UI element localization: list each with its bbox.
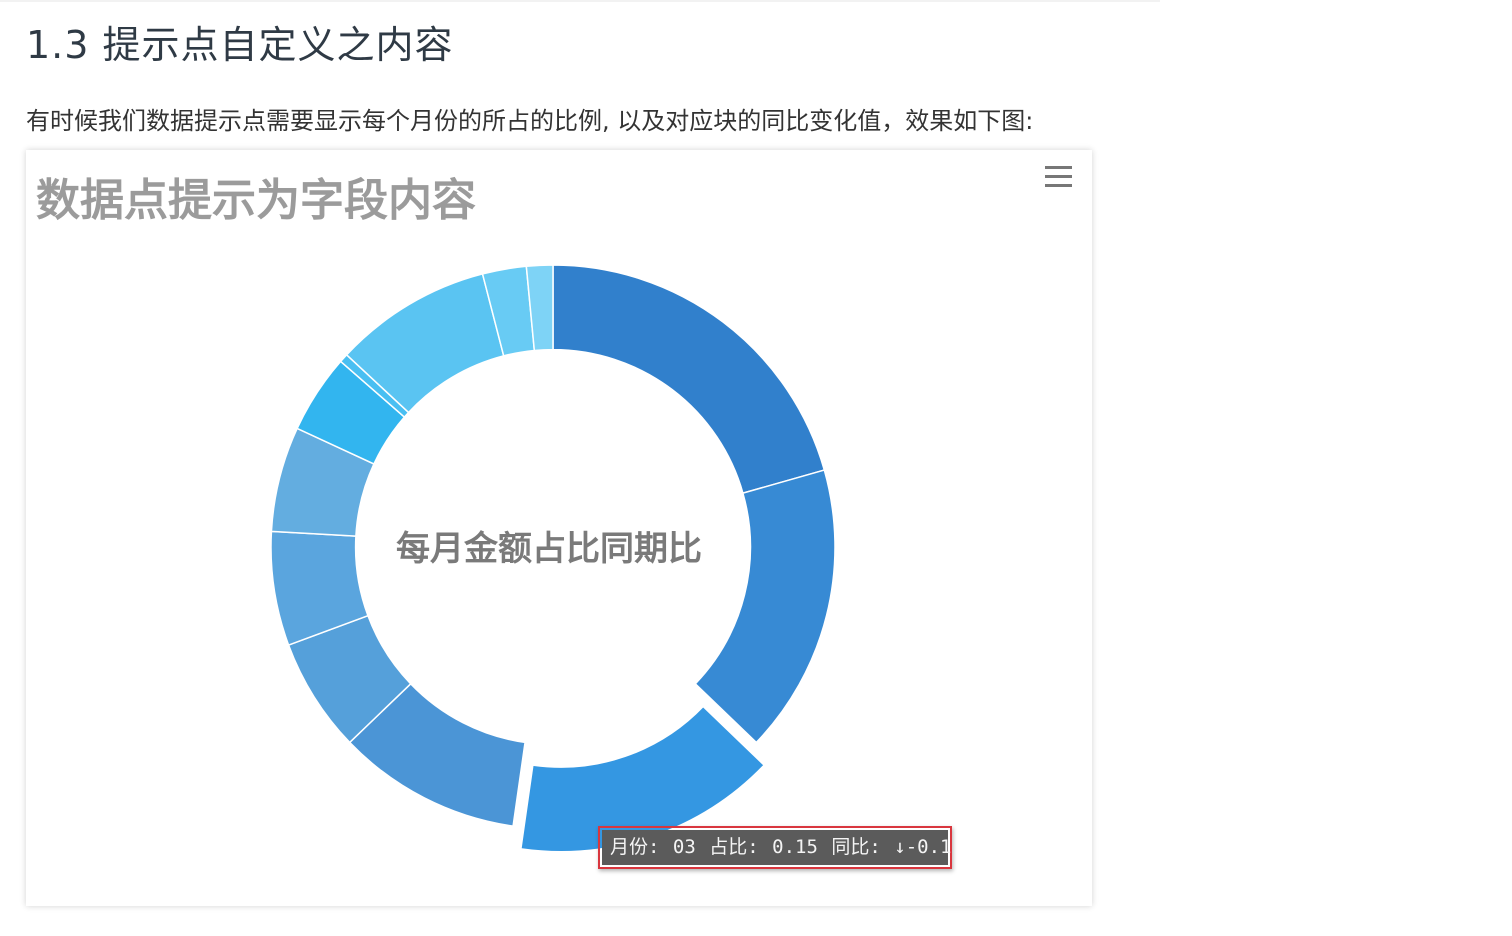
chart-card: 数据点提示为字段内容 每月金额占比同期比 月份: 03 占比: 0.15 同比:… [26,150,1092,906]
tooltip-yoy-label: 同比: [831,836,881,858]
donut-center-label: 每月金额占比同期比 [396,529,702,569]
tooltip-ratio-value: 0.15 [772,836,818,858]
data-point-tooltip: 月份: 03 占比: 0.15 同比: ↓-0.1 [598,826,952,869]
donut-chart: 每月金额占比同期比 [270,264,836,853]
donut-slice[interactable] [694,469,836,744]
tooltip-yoy-value: ↓-0.1 [894,836,952,858]
tooltip-month-label: 月份: [610,836,660,858]
donut-slice[interactable] [552,264,826,495]
tooltip-month-value: 03 [672,836,696,858]
top-divider [0,0,1160,2]
tooltip-content: 月份: 03 占比: 0.15 同比: ↓-0.1 [602,830,952,865]
intro-paragraph: 有时候我们数据提示点需要显示每个月份的所占的比例, 以及对应块的同比变化值，效果… [26,107,1034,135]
tooltip-ratio-label: 占比: [709,836,759,858]
section-title: 1.3 提示点自定义之内容 [26,23,454,67]
